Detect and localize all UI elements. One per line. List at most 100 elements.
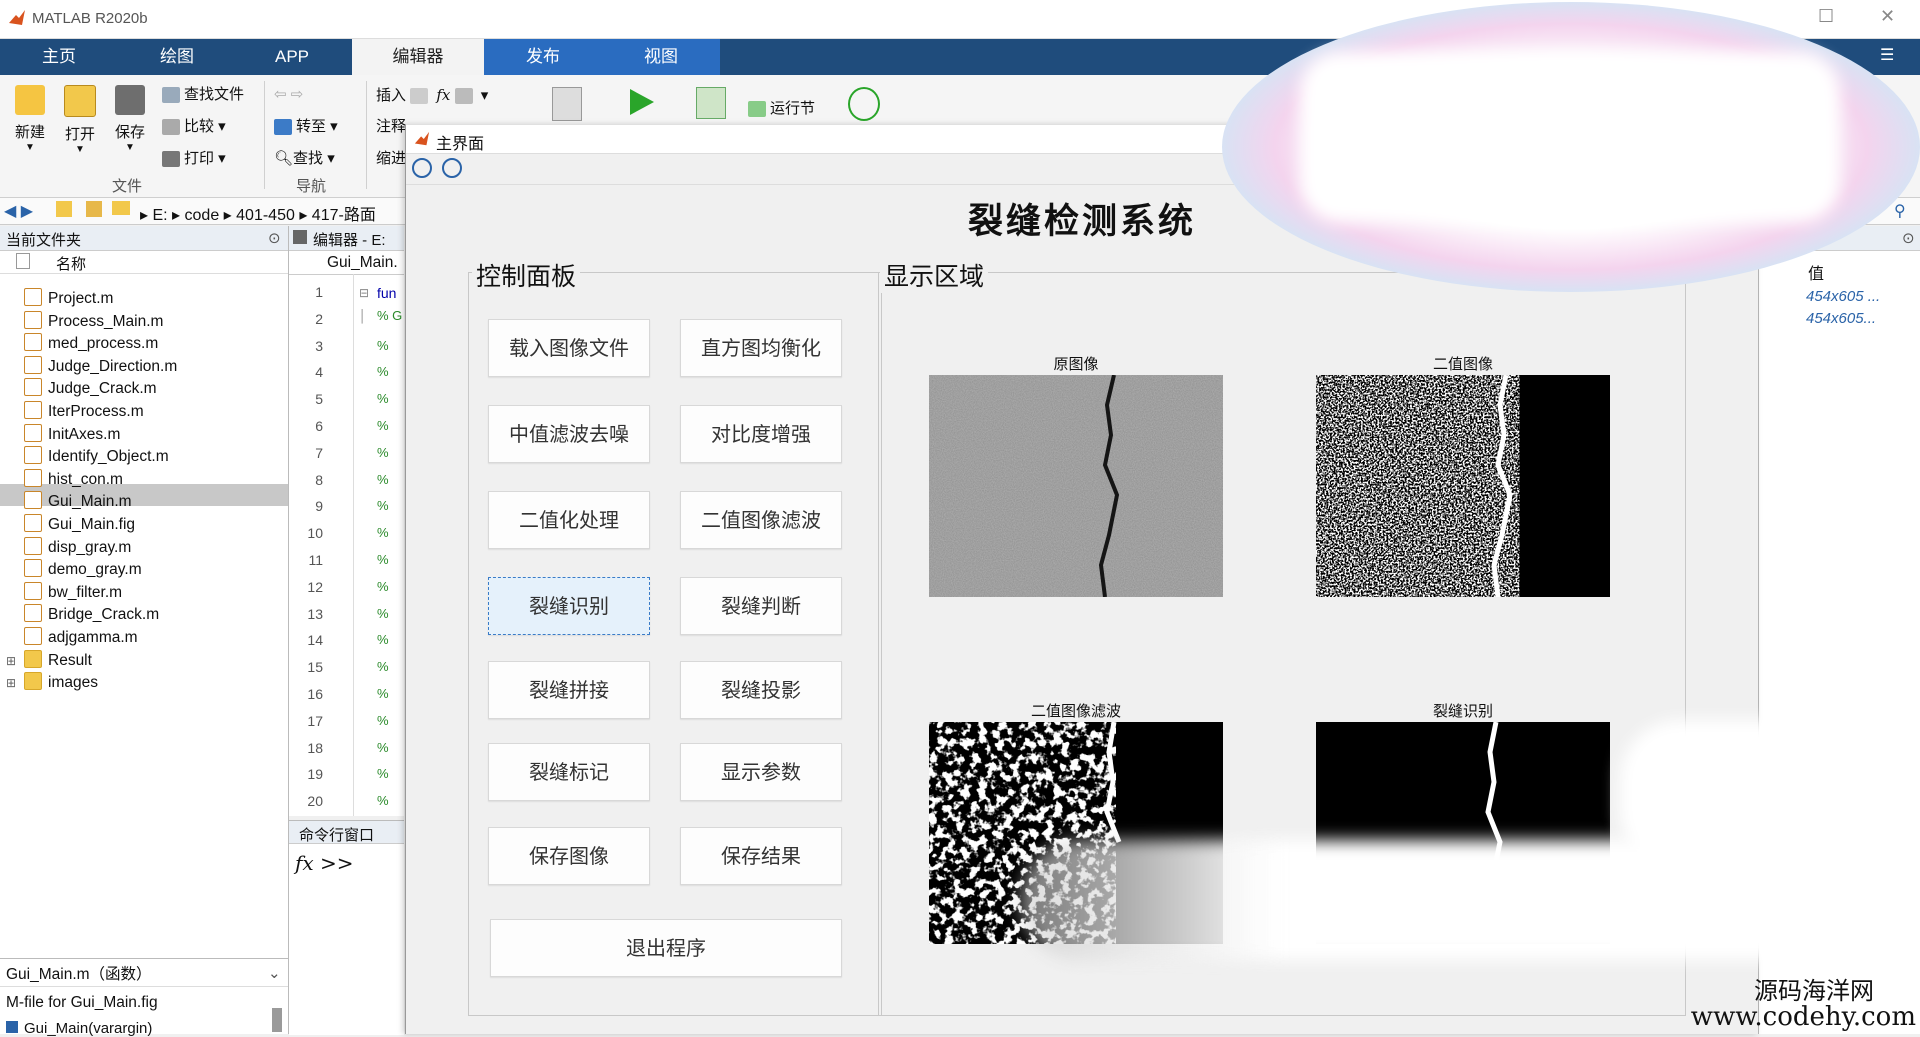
matlab-logo-icon <box>9 10 25 25</box>
comment-line: % <box>377 793 389 809</box>
binarize-button[interactable]: 二值化处理 <box>488 491 650 549</box>
control-panel-title: 控制面板 <box>472 257 581 293</box>
line-number: 8 <box>315 471 323 488</box>
file-item[interactable]: bw_filter.m <box>24 581 122 604</box>
tab-apps[interactable]: APP <box>236 39 348 75</box>
breadcrumb[interactable]: ▸ E: ▸ code ▸ 401-450 ▸ 417-路面 <box>140 201 376 225</box>
file-item[interactable]: Process_Main.m <box>24 310 163 333</box>
back-icon[interactable]: ◀ ▶ <box>4 201 33 221</box>
indent-button[interactable]: 缩进 <box>376 147 406 171</box>
editor-tab[interactable]: Gui_Main. <box>289 252 404 275</box>
tab-editor[interactable]: 编辑器 <box>352 39 484 75</box>
median-filter-button[interactable]: 中值滤波去噪 <box>488 405 650 463</box>
tab-plots[interactable]: 绘图 <box>118 39 236 75</box>
folder-item[interactable]: ⊞ Result <box>6 649 92 672</box>
command-prompt[interactable]: fx >> <box>295 851 354 875</box>
file-item[interactable]: adjgamma.m <box>24 627 138 649</box>
file-item[interactable]: Judge_Direction.m <box>24 355 177 378</box>
goto-button[interactable]: 转至 ▾ <box>274 115 338 139</box>
back-forward-icon[interactable]: ⇦ ⇨ <box>274 83 303 107</box>
save-results-button[interactable]: 保存结果 <box>680 827 842 885</box>
collapse-icon[interactable]: ☰ <box>1880 45 1894 65</box>
find-files-button[interactable]: 查找文件 <box>162 83 244 107</box>
chevron-down-icon[interactable]: ⌄ <box>268 964 281 982</box>
m-file-icon <box>24 446 42 465</box>
file-item[interactable]: Identify_Object.m <box>24 446 169 468</box>
file-item[interactable]: med_process.m <box>24 333 158 355</box>
search-icon[interactable]: ⚲ <box>1894 201 1906 221</box>
fold-icon[interactable]: ⊟ <box>359 286 369 300</box>
expand-icon[interactable]: ⊞ <box>6 650 16 672</box>
compare-button[interactable]: 比较 ▾ <box>162 115 226 139</box>
open-button[interactable]: 打开 ▼ <box>60 85 100 155</box>
save-image-button[interactable]: 保存图像 <box>488 827 650 885</box>
print-icon <box>162 151 180 168</box>
folder-item[interactable]: ⊞ images <box>6 672 98 694</box>
tab-publish[interactable]: 发布 <box>484 39 602 75</box>
crack-stitch-button[interactable]: 裂缝拼接 <box>488 661 650 719</box>
load-image-button[interactable]: 载入图像文件 <box>488 319 650 377</box>
file-item[interactable]: InitAxes.m <box>24 423 120 446</box>
column-header[interactable]: 名称 <box>0 251 288 274</box>
file-item[interactable]: Bridge_Crack.m <box>24 604 159 626</box>
line-number: 3 <box>315 337 323 354</box>
up-folder-icon[interactable] <box>56 201 72 217</box>
insert-menu-icon <box>454 88 473 105</box>
line-number: 17 <box>307 712 323 729</box>
file-item[interactable]: IterProcess.m <box>24 401 144 423</box>
comment-line: % <box>377 552 389 567</box>
run-section-button[interactable]: 运行节 <box>748 97 815 121</box>
folder-icon <box>24 672 42 691</box>
contrast-enhance-button[interactable]: 对比度增强 <box>680 405 842 463</box>
crack-projection-button[interactable]: 裂缝投影 <box>680 661 842 719</box>
crack-mark-button[interactable]: 裂缝标记 <box>488 743 650 801</box>
zoom-out-icon[interactable] <box>442 158 462 178</box>
file-item[interactable]: Gui_Main.fig <box>24 514 135 536</box>
tab-view[interactable]: 视图 <box>602 39 720 75</box>
panel-menu-icon[interactable]: ⊙ <box>268 229 281 247</box>
binary-filter-button[interactable]: 二值图像滤波 <box>680 491 842 549</box>
comment-button[interactable]: 注释 <box>376 115 406 139</box>
crack-judge-button[interactable]: 裂缝判断 <box>680 577 842 635</box>
file-item[interactable]: Project.m <box>24 288 113 310</box>
histogram-equalization-button[interactable]: 直方图均衡化 <box>680 319 842 377</box>
tab-home[interactable]: 主页 <box>0 39 118 75</box>
file-item[interactable]: Gui_Main.m <box>24 491 132 513</box>
m-file-icon <box>24 401 42 419</box>
file-item[interactable]: Judge_Crack.m <box>24 378 157 400</box>
zoom-in-icon[interactable] <box>412 158 432 178</box>
control-panel <box>468 272 882 1016</box>
breakpoints-icon[interactable] <box>552 87 582 121</box>
file-item[interactable]: hist_con.m <box>24 468 123 491</box>
find-button[interactable]: 🔍︎查找 ▾ <box>274 147 335 171</box>
scrollbar[interactable] <box>272 1008 282 1032</box>
line-number: 20 <box>307 793 323 810</box>
show-params-button[interactable]: 显示参数 <box>680 743 842 801</box>
panel-menu-icon[interactable]: ⊙ <box>1902 229 1915 247</box>
file-item[interactable]: demo_gray.m <box>24 559 142 581</box>
file-item[interactable]: disp_gray.m <box>24 536 131 559</box>
run-advance-icon[interactable] <box>696 87 726 119</box>
line-number: 1 <box>315 284 323 300</box>
comment-line: % <box>377 659 389 675</box>
details-title: Gui_Main.m（函数） <box>6 966 152 983</box>
maximize-icon[interactable]: ☐ <box>1818 6 1834 27</box>
comment-line: % <box>377 739 389 755</box>
insert-button[interactable]: 插入 fx ▾ <box>376 83 488 107</box>
group-nav-label: 导航 <box>296 178 327 195</box>
save-button[interactable]: 保存 ▼ <box>110 85 150 153</box>
close-icon[interactable]: ✕ <box>1880 6 1895 27</box>
print-button[interactable]: 打印 ▾ <box>162 147 226 171</box>
run-time-icon[interactable] <box>848 87 880 121</box>
exit-button[interactable]: 退出程序 <box>490 919 842 977</box>
line-number: 14 <box>307 632 323 649</box>
run-icon[interactable] <box>626 87 656 117</box>
expand-icon[interactable]: ⊞ <box>6 672 16 694</box>
save-icon <box>115 85 145 115</box>
line-number: 2 <box>315 310 323 327</box>
browse-icon[interactable] <box>86 201 102 217</box>
m-file-icon <box>24 333 42 352</box>
new-button[interactable]: 新建 ▼ <box>10 85 50 153</box>
crack-identify-button[interactable]: 裂缝识别 <box>488 577 650 635</box>
redaction-overlay <box>1620 720 1840 870</box>
